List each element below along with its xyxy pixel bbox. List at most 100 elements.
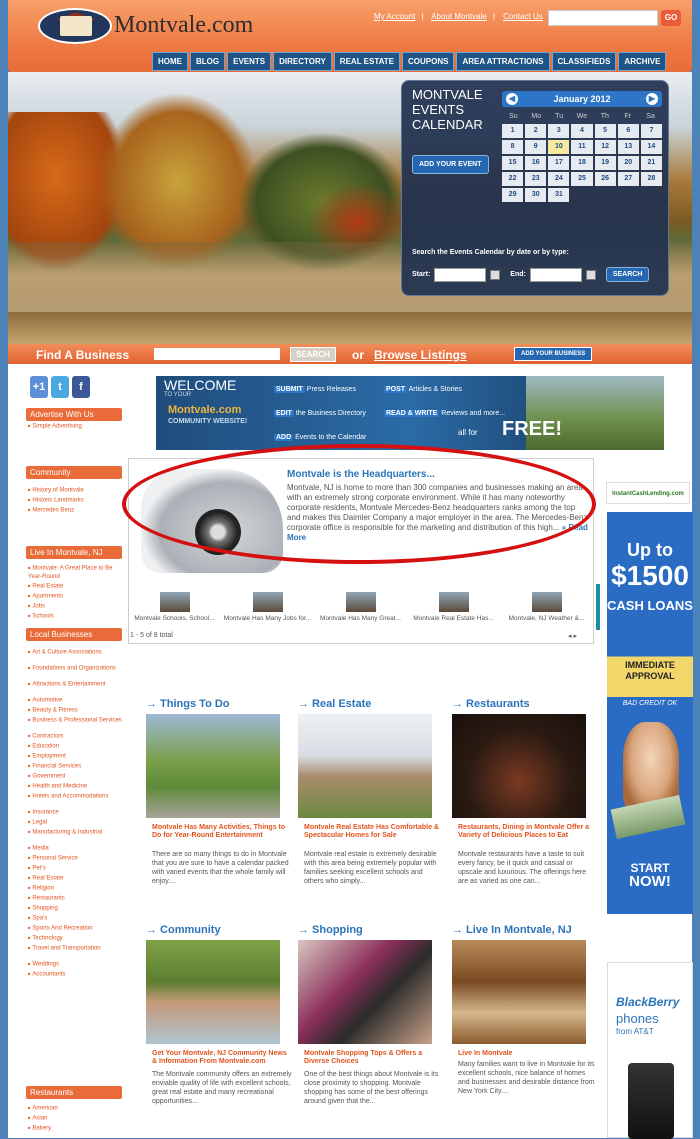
calendar-picker-icon[interactable] [490,269,501,280]
events-search-button[interactable]: SEARCH [605,267,650,282]
real-estate-image[interactable] [298,714,432,818]
blackberry-ad[interactable]: BlackBerry phones from AT&T [607,962,693,1139]
site-search-input[interactable] [548,10,658,26]
nav-home[interactable]: HOME [152,52,188,71]
sidebar-item[interactable]: Foundations and Organizations [28,664,128,673]
sidebar-item[interactable]: Automotive [28,696,128,705]
sidebar-item[interactable]: Restaurants [28,894,128,903]
category-title[interactable]: Get Your Montvale, NJ Community News & I… [152,1050,290,1066]
calendar-picker-icon[interactable] [585,269,596,280]
category-title[interactable]: Restaurants, Dining in Montvale Offer a … [458,824,596,840]
sidebar-item[interactable]: Sports And Recreation [28,924,128,933]
sidebar-item[interactable]: Accountants [28,970,128,979]
sidebar-item[interactable]: Travel and Transportation [28,944,128,953]
calendar-day[interactable]: 4 [571,124,593,138]
category-title[interactable]: Montvale Real Estate Has Comfortable & S… [304,824,442,840]
sidebar-item[interactable]: Education [28,742,128,751]
welcome-link[interactable]: POST Articles & Stories [384,386,462,393]
logo-badge-icon[interactable] [38,8,112,44]
thumb-item[interactable]: Montvale Has Many Jobs for... [221,584,314,630]
browse-listings-link[interactable]: Browse Listings [374,348,467,362]
sidebar-item[interactable]: Real Estate [28,582,63,591]
facebook-icon[interactable]: f [72,376,90,398]
nav-real-estate[interactable]: REAL ESTATE [333,52,401,71]
next-month-icon[interactable]: ▶ [646,93,658,105]
calendar-day[interactable]: 26 [594,172,616,186]
calendar-day[interactable]: 20 [617,156,639,170]
nav-archive[interactable]: ARCHIVE [618,52,667,71]
calendar-day[interactable]: 14 [640,140,662,154]
sidebar-item[interactable]: Manufacturing & Industrial [28,828,128,837]
sidebar-item[interactable]: Montvale: A Great Place to Be Year-Round [28,564,128,581]
restaurants-image[interactable] [452,714,586,818]
calendar-day[interactable]: 24 [548,172,570,186]
sidebar-item[interactable]: History of Montvale [28,486,83,495]
nav-directory[interactable]: DIRECTORY [273,52,332,71]
sidebar-item[interactable]: Personal Service [28,854,128,863]
calendar-day[interactable]: 8 [502,140,524,154]
calendar-day[interactable]: 7 [640,124,662,138]
calendar-day[interactable]: 31 [548,188,570,202]
sidebar-item[interactable]: Media [28,844,128,853]
sidebar-item[interactable]: Pet's [28,864,128,873]
sidebar-item[interactable]: Beauty & Fitness [28,706,128,715]
sidebar-item[interactable]: Art & Culture Associations [28,648,128,657]
thumb-item[interactable]: Montvale Real Estate Has... [407,584,500,630]
calendar-day[interactable]: 13 [617,140,639,154]
category-title[interactable]: Montvale Has Many Activities, Things to … [152,824,290,840]
calendar-day[interactable]: 2 [525,124,547,138]
calendar-day[interactable]: 29 [502,188,524,202]
sidebar-item[interactable]: Business & Professional Services [28,716,128,725]
welcome-link[interactable]: READ & WRITE Reviews and more... [384,410,505,417]
things-to-do-image[interactable] [146,714,280,818]
calendar-day[interactable]: 23 [525,172,547,186]
calendar-day[interactable]: 19 [594,156,616,170]
sidebar-item[interactable]: Asian [28,1114,47,1123]
calendar-day[interactable]: 5 [594,124,616,138]
nav-events[interactable]: EVENTS [227,52,272,71]
site-search-go-button[interactable]: GO [661,10,681,26]
calendar-day[interactable]: 12 [594,140,616,154]
calendar-day[interactable]: 22 [502,172,524,186]
welcome-banner[interactable]: WELCOME TO YOUR Montvale.com COMMUNITY W… [156,376,664,450]
instant-cash-ad[interactable]: InstantCashLending.com [606,482,690,504]
sidebar-item[interactable]: Hotels and Accommodations [28,792,128,801]
sidebar-item[interactable]: Religion [28,884,128,893]
welcome-link[interactable]: ADD Events to the Calendar [274,434,366,441]
calendar-day[interactable]: 17 [548,156,570,170]
calendar-day[interactable]: 9 [525,140,547,154]
site-logo[interactable]: Montvale.com [114,12,253,39]
sidebar-item[interactable]: Legal [28,818,128,827]
sidebar-item[interactable]: Jobs [28,602,45,611]
sidebar-item[interactable]: Historic Landmarks [28,496,83,505]
thumbs-scrollbar[interactable] [596,584,600,630]
category-title[interactable]: Live In Montvale [458,1050,596,1058]
live-in-montvale-image[interactable] [452,940,586,1044]
sidebar-item[interactable]: Bakery [28,1124,51,1133]
welcome-link[interactable]: SUBMIT Press Releases [274,386,356,393]
cash-loan-ad[interactable]: Up to $1500 CASH LOANS IMMEDIATE APPROVA… [607,512,693,914]
calendar-day[interactable]: 28 [640,172,662,186]
sidebar-item[interactable]: American [28,1104,57,1113]
add-business-button[interactable]: ADD YOUR BUSINESS [514,347,593,361]
calendar-day[interactable]: 10 [548,140,570,154]
prev-month-icon[interactable]: ◀ [506,93,518,105]
sidebar-item[interactable]: Spa's [28,914,128,923]
community-image[interactable] [146,940,280,1044]
calendar-day[interactable]: 16 [525,156,547,170]
end-date-input[interactable] [529,267,582,282]
sidebar-item[interactable]: Schools [28,612,53,621]
sidebar-item[interactable]: Shopping [28,904,128,913]
category-real-estate-heading[interactable]: → Real Estate [298,698,371,710]
sidebar-item[interactable]: Government [28,772,128,781]
twitter-icon[interactable]: t [51,376,69,398]
welcome-link[interactable]: EDIT the Business Directory [274,410,366,417]
category-live-heading[interactable]: → Live In Montvale, NJ [452,924,572,936]
category-title[interactable]: Montvale Shopping Tops & Offers a Divers… [304,1050,442,1066]
sidebar-item[interactable]: Weddings [28,960,128,969]
google-plus-icon[interactable]: +1 [30,376,48,398]
sidebar-item[interactable]: Financial Services [28,762,128,771]
category-community-heading[interactable]: → Community [146,924,221,936]
sidebar-item[interactable]: Mercedes Benz [28,506,74,515]
category-things-to-do-heading[interactable]: → Things To Do [146,698,230,710]
